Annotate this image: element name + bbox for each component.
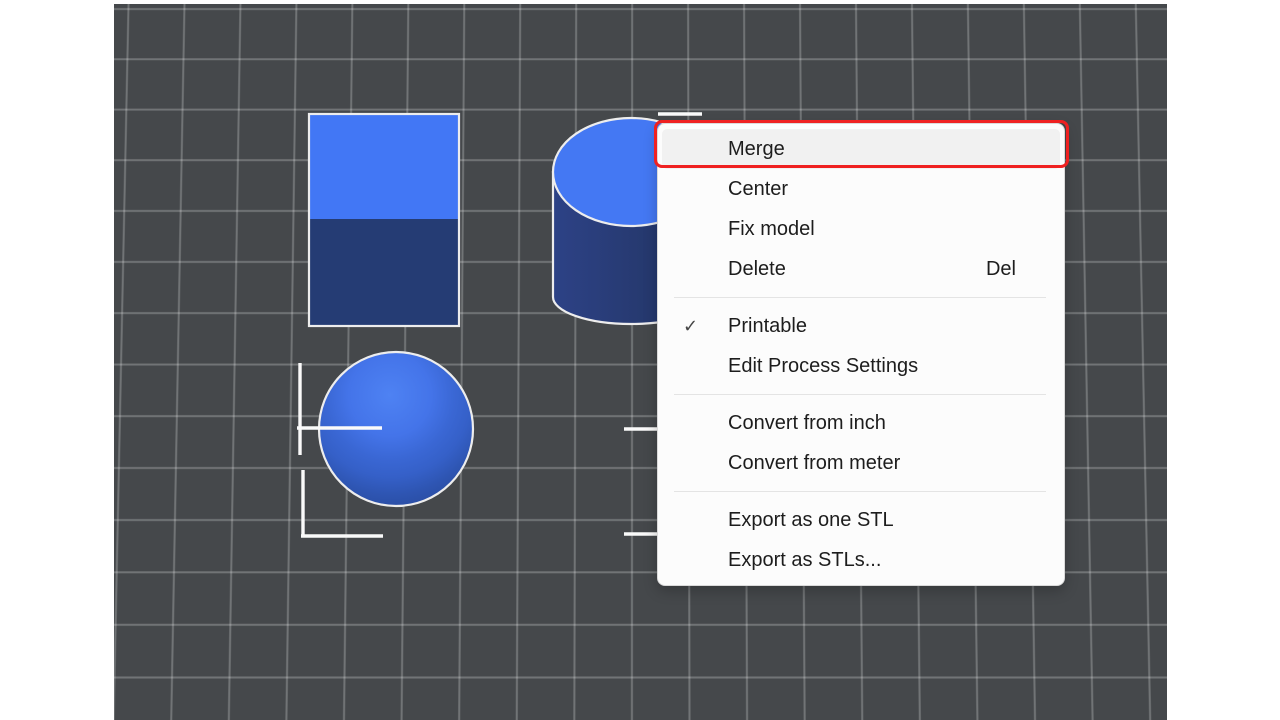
menu-item-merge[interactable]: Merge bbox=[662, 129, 1060, 169]
menu-separator bbox=[674, 491, 1046, 492]
menu-item-label: Merge bbox=[728, 138, 1060, 161]
menu-item-export-as-stls[interactable]: Export as STLs... bbox=[658, 540, 1064, 580]
menu-item-label: Convert from inch bbox=[728, 412, 1064, 435]
menu-item-delete[interactable]: DeleteDel bbox=[658, 249, 1064, 289]
menu-item-label: Delete bbox=[728, 258, 986, 281]
menu-item-shortcut: Del bbox=[986, 258, 1016, 281]
menu-separator bbox=[674, 297, 1046, 298]
menu-separator bbox=[674, 394, 1046, 395]
menu-item-center[interactable]: Center bbox=[658, 169, 1064, 209]
menu-item-convert-from-inch[interactable]: Convert from inch bbox=[658, 403, 1064, 443]
menu-item-label: Export as one STL bbox=[728, 509, 1064, 532]
checkmark-icon: ✓ bbox=[683, 317, 728, 335]
context-menu: Merge Center Fix model DeleteDel ✓Printable E… bbox=[657, 123, 1065, 586]
menu-item-export-as-one-stl[interactable]: Export as one STL bbox=[658, 500, 1064, 540]
menu-item-label: Center bbox=[728, 178, 1064, 201]
menu-item-label: Printable bbox=[728, 315, 1064, 338]
slicer-3d-viewport[interactable]: Merge Center Fix model DeleteDel ✓Printable E… bbox=[0, 0, 1280, 720]
menu-item-printable[interactable]: ✓Printable bbox=[658, 306, 1064, 346]
menu-item-label: Convert from meter bbox=[728, 452, 1064, 475]
menu-item-label: Fix model bbox=[728, 218, 1064, 241]
menu-item-label: Edit Process Settings bbox=[728, 355, 1064, 378]
menu-item-label: Export as STLs... bbox=[728, 549, 1064, 572]
menu-item-edit-process-settings[interactable]: Edit Process Settings bbox=[658, 346, 1064, 386]
menu-item-convert-from-meter[interactable]: Convert from meter bbox=[658, 443, 1064, 483]
menu-item-fix-model[interactable]: Fix model bbox=[658, 209, 1064, 249]
